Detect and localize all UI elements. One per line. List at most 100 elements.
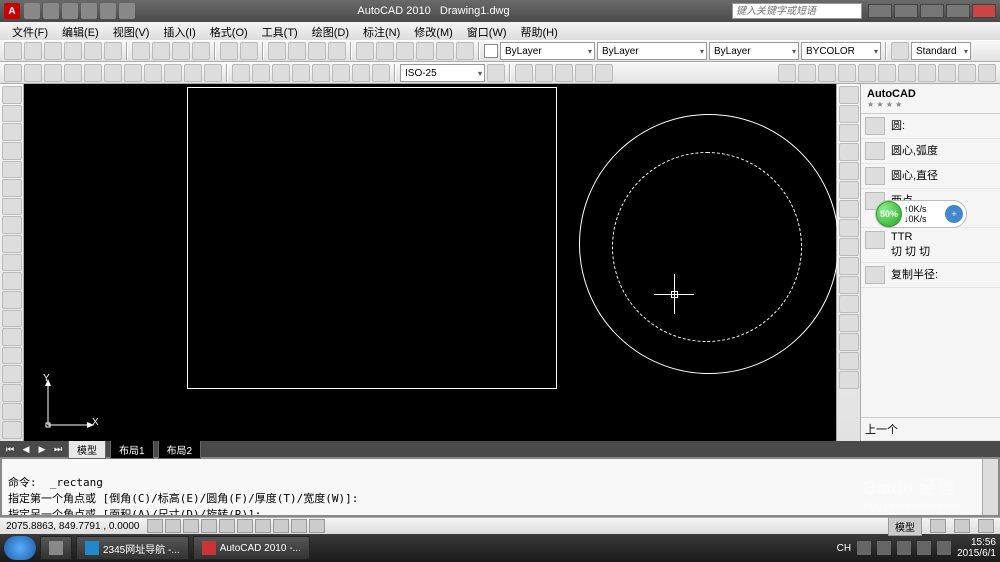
drawing-canvas[interactable]: Y X xyxy=(24,84,836,441)
lang-indicator[interactable]: CH xyxy=(837,543,851,554)
widget-add-icon[interactable]: + xyxy=(945,205,963,223)
tray-icon[interactable] xyxy=(897,541,911,555)
open-icon[interactable] xyxy=(24,42,42,60)
otrack-toggle[interactable] xyxy=(237,519,253,533)
panel-item[interactable]: 圆心,弧度 xyxy=(891,142,996,158)
snap-toggle[interactable] xyxy=(147,519,163,533)
menu-view[interactable]: 视图(V) xyxy=(107,24,156,38)
minimize-button[interactable] xyxy=(920,4,944,18)
region-icon[interactable] xyxy=(2,384,22,402)
status-btn3[interactable] xyxy=(978,519,994,533)
taskbar-item-autocad[interactable]: AutoCAD 2010 -... xyxy=(193,536,310,560)
jogline-icon[interactable] xyxy=(332,64,350,82)
sheetset-icon[interactable] xyxy=(416,42,434,60)
r-explode-icon[interactable] xyxy=(839,371,859,389)
tab-layout2[interactable]: 布局2 xyxy=(158,440,202,459)
ducs-toggle[interactable] xyxy=(255,519,271,533)
r-erase-icon[interactable] xyxy=(839,86,859,104)
materials-icon[interactable] xyxy=(595,64,613,82)
menu-draw[interactable]: 绘图(D) xyxy=(306,24,355,38)
menu-tools[interactable]: 工具(T) xyxy=(256,24,304,38)
mtext-icon[interactable] xyxy=(2,421,22,439)
tab-layout1[interactable]: 布局1 xyxy=(110,440,154,459)
help-icon[interactable] xyxy=(894,4,918,18)
menu-help[interactable]: 帮助(H) xyxy=(515,24,564,38)
spline-icon[interactable] xyxy=(2,235,22,253)
panel-prev[interactable]: 上一个 xyxy=(865,421,996,437)
hatch-icon[interactable] xyxy=(2,347,22,365)
block-icon[interactable] xyxy=(2,310,22,328)
dim-linear-icon[interactable] xyxy=(4,64,22,82)
mod-array-icon[interactable] xyxy=(858,64,876,82)
dim-quick-icon[interactable] xyxy=(164,64,182,82)
lwt-toggle[interactable] xyxy=(291,519,307,533)
tray-icon[interactable] xyxy=(857,541,871,555)
mod-move-icon[interactable] xyxy=(878,64,896,82)
layer-color-swatch[interactable] xyxy=(484,44,498,58)
mod-offset-icon[interactable] xyxy=(838,64,856,82)
menu-format[interactable]: 格式(O) xyxy=(204,24,254,38)
r-break-icon[interactable] xyxy=(839,295,859,313)
mod-trim-icon[interactable] xyxy=(958,64,976,82)
dim-jogged-icon[interactable] xyxy=(104,64,122,82)
textstyle-icon[interactable] xyxy=(891,42,909,60)
qp-toggle[interactable] xyxy=(309,519,325,533)
insert-icon[interactable] xyxy=(2,291,22,309)
qat-new-icon[interactable] xyxy=(24,3,40,19)
render-icon[interactable] xyxy=(555,64,573,82)
redo-icon[interactable] xyxy=(240,42,258,60)
panel-item[interactable]: 圆: xyxy=(891,117,996,133)
r-move-icon[interactable] xyxy=(839,181,859,199)
taskbar-pinned-icon[interactable] xyxy=(40,536,72,560)
preview-icon[interactable] xyxy=(84,42,102,60)
status-btn2[interactable] xyxy=(954,519,970,533)
publish-icon[interactable] xyxy=(104,42,122,60)
dim-ordinate-icon[interactable] xyxy=(64,64,82,82)
lineweight-dropdown[interactable]: ByLayer xyxy=(709,42,799,60)
sun-icon[interactable] xyxy=(535,64,553,82)
dim-angular-icon[interactable] xyxy=(144,64,162,82)
dim-break-icon[interactable] xyxy=(252,64,270,82)
tolerance-icon[interactable] xyxy=(272,64,290,82)
copy-icon[interactable] xyxy=(152,42,170,60)
network-monitor-widget[interactable]: 50% ↑0K/s↓0K/s + xyxy=(875,200,967,228)
qat-redo-icon[interactable] xyxy=(100,3,116,19)
panel-item[interactable]: 复制半径: xyxy=(891,266,996,282)
menu-file[interactable]: 文件(F) xyxy=(6,24,54,38)
tray-icon[interactable] xyxy=(877,541,891,555)
r-join-icon[interactable] xyxy=(839,314,859,332)
r-rotate-icon[interactable] xyxy=(839,200,859,218)
qat-open-icon[interactable] xyxy=(43,3,59,19)
inspect-icon[interactable] xyxy=(312,64,330,82)
mod-rotate-icon[interactable] xyxy=(898,64,916,82)
cmd-scrollbar[interactable] xyxy=(982,459,998,515)
model-paper-toggle[interactable]: 模型 xyxy=(888,517,922,536)
plotstyle-dropdown[interactable]: BYCOLOR xyxy=(801,42,881,60)
zoom-icon[interactable] xyxy=(288,42,306,60)
pan-icon[interactable] xyxy=(268,42,286,60)
visual-icon[interactable] xyxy=(575,64,593,82)
mod-mirror-icon[interactable] xyxy=(818,64,836,82)
qat-print-icon[interactable] xyxy=(119,3,135,19)
osnap-toggle[interactable] xyxy=(219,519,235,533)
panel-item[interactable]: 圆心,直径 xyxy=(891,167,996,183)
xline-icon[interactable] xyxy=(2,105,22,123)
ellipse-icon[interactable] xyxy=(2,254,22,272)
r-offset-icon[interactable] xyxy=(839,143,859,161)
tab-prev-icon[interactable]: ◀ xyxy=(20,444,32,455)
r-copy-icon[interactable] xyxy=(839,105,859,123)
r-trim-icon[interactable] xyxy=(839,257,859,275)
designcenter-icon[interactable] xyxy=(376,42,394,60)
dimtedit-icon[interactable] xyxy=(372,64,390,82)
app-logo[interactable]: A xyxy=(4,3,20,19)
r-scale-icon[interactable] xyxy=(839,219,859,237)
taskbar-item-browser[interactable]: 2345网址导航 -... xyxy=(76,536,189,560)
dim-continue-icon[interactable] xyxy=(204,64,222,82)
line-icon[interactable] xyxy=(2,86,22,104)
search-input[interactable] xyxy=(732,3,862,19)
start-button[interactable] xyxy=(4,536,36,560)
ortho-toggle[interactable] xyxy=(183,519,199,533)
toolpalette-icon[interactable] xyxy=(396,42,414,60)
panel-item[interactable]: TTR 切 切 切 xyxy=(891,231,996,259)
gradient-icon[interactable] xyxy=(2,365,22,383)
